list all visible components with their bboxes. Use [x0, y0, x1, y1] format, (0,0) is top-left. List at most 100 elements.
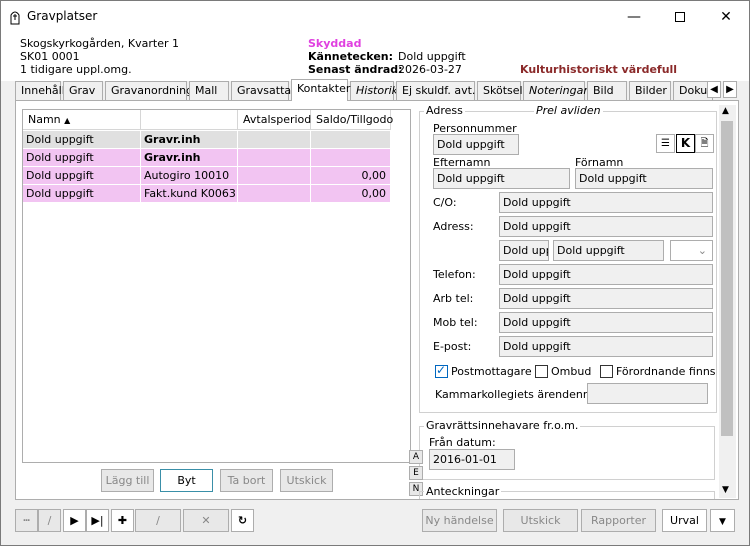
close-icon: ✕	[720, 9, 732, 25]
work-phone-field[interactable]: Dold uppgift	[499, 288, 713, 309]
zip-field[interactable]: Dold uppgift	[499, 240, 549, 261]
a-button[interactable]: A	[409, 450, 423, 464]
col-header-role[interactable]	[141, 110, 238, 130]
tab-ej-skuldf[interactable]: Ej skuldf. avt.	[396, 81, 475, 101]
mark-label: Kännetecken:	[308, 50, 394, 63]
tab-mall[interactable]: Mall	[189, 81, 229, 101]
address-label: Adress:	[433, 220, 474, 233]
remove-contact-button[interactable]: Ta bort	[220, 469, 273, 492]
first-icon: ┅	[23, 514, 30, 527]
chevron-right-icon: ▶	[726, 84, 734, 95]
play-icon: ▶	[70, 514, 79, 527]
tab-bild[interactable]: Bild	[587, 81, 627, 101]
cell-role: Gravr.inh	[141, 131, 238, 149]
select-dropdown-button[interactable]: ▼	[710, 509, 735, 532]
ombud-checkbox[interactable]	[535, 365, 548, 378]
city-field[interactable]: Dold uppgift	[553, 240, 664, 261]
tab-scroll-right-button[interactable]: ▶	[723, 81, 737, 98]
protected-badge: Skyddad	[308, 37, 362, 50]
swap-contact-button[interactable]: Byt	[160, 469, 213, 492]
col-header-name-label: Namn	[28, 113, 61, 126]
contact-dispatch-button[interactable]: Utskick	[280, 469, 333, 492]
pnr-field[interactable]: Dold uppgift	[433, 134, 519, 155]
new-record-button[interactable]: ✚	[111, 509, 134, 532]
record-header: Skogskyrkogården, Kvarter 1 SK01 0001 1 …	[1, 33, 749, 81]
scroll-down-icon: ▼	[722, 485, 729, 495]
mobile-field[interactable]: Dold uppgift	[499, 312, 713, 333]
phone-field[interactable]: Dold uppgift	[499, 264, 713, 285]
co-field[interactable]: Dold uppgift	[499, 192, 713, 213]
scrollbar-thumb[interactable]	[721, 121, 733, 436]
cell-period	[238, 185, 311, 203]
kammar-field[interactable]	[587, 383, 708, 404]
refresh-icon: ↻	[237, 514, 248, 527]
table-row[interactable]: Dold uppgift Autogiro 10010 0,00	[23, 167, 391, 185]
tab-gravsatta[interactable]: Gravsatta	[231, 81, 291, 101]
last-record-button[interactable]: ▶|	[86, 509, 109, 532]
col-header-name[interactable]: Namn ▲	[23, 110, 141, 130]
address-field[interactable]: Dold uppgift	[499, 216, 713, 237]
table-row[interactable]: Dold uppgift Fakt.kund K0063 0,00	[23, 185, 391, 203]
cell-period	[238, 167, 311, 185]
add-contact-button[interactable]: Lägg till	[101, 469, 154, 492]
tab-skotsel[interactable]: Skötsel	[477, 81, 523, 101]
e-button[interactable]: E	[409, 466, 423, 480]
changed-label: Senast ändrad:	[308, 63, 403, 76]
cell-name: Dold uppgift	[23, 167, 141, 185]
select-button[interactable]: Urval	[662, 509, 707, 532]
from-date-field[interactable]: 2016-01-01	[429, 449, 515, 470]
cell-role: Fakt.kund K0063	[141, 185, 238, 203]
kammar-label: Kammarkollegiets ärendenr:	[435, 388, 591, 401]
cancel-button[interactable]: ✕	[183, 509, 229, 532]
lastname-field[interactable]: Dold uppgift	[433, 168, 570, 189]
postmottagare-checkbox[interactable]: ✓	[435, 363, 448, 378]
list-button[interactable]: ☰	[656, 134, 675, 153]
tab-gravanordning[interactable]: Gravanordning	[105, 81, 193, 101]
from-date-label: Från datum:	[429, 436, 496, 449]
close-button[interactable]: ✕	[703, 1, 749, 33]
phone-label: Telefon:	[433, 268, 476, 281]
document-icon: 🗎	[700, 138, 709, 149]
tab-noteringar[interactable]: Noteringar	[523, 81, 588, 101]
tab-bilder[interactable]: Bilder	[629, 81, 671, 101]
refresh-button[interactable]: ↻	[231, 509, 254, 532]
plot-id: SK01 0001	[20, 50, 80, 63]
col-header-saldo[interactable]: Saldo/Tillgodo	[311, 110, 393, 130]
maximize-button[interactable]	[657, 1, 703, 33]
cell-period	[238, 131, 311, 149]
address-group-title: Adress	[424, 104, 465, 117]
notes-group-title: Anteckningar	[424, 485, 502, 498]
minimize-button[interactable]: —	[611, 1, 657, 33]
list-icon: ☰	[661, 138, 670, 149]
forordnande-checkbox[interactable]	[600, 365, 613, 378]
new-event-button[interactable]: Ny händelse	[422, 509, 497, 532]
prev-record-button[interactable]: ∕	[38, 509, 61, 532]
firstname-field[interactable]: Dold uppgift	[575, 168, 713, 189]
document-button[interactable]: 🗎	[695, 134, 714, 153]
reports-button[interactable]: Rapporter	[581, 509, 656, 532]
next-record-button[interactable]: ▶	[63, 509, 86, 532]
col-header-period[interactable]: Avtalsperiod	[238, 110, 311, 130]
first-record-button[interactable]: ┅	[15, 509, 38, 532]
table-row[interactable]: Dold uppgift Gravr.inh	[23, 131, 391, 149]
tab-innehall[interactable]: Innehåll	[15, 81, 65, 101]
dispatch-button[interactable]: Utskick	[503, 509, 578, 532]
right-scrollbar[interactable]: ▲ ▼	[719, 105, 736, 498]
app-window: Gravplatser — ✕ Skogskyrkogården, Kvarte…	[0, 0, 750, 546]
tab-grav[interactable]: Grav	[63, 81, 103, 101]
ombud-label: Ombud	[551, 365, 592, 378]
cemetery-name: Skogskyrkogården, Kvarter 1	[20, 37, 179, 50]
country-select[interactable]: ⌄	[670, 240, 713, 261]
edit-button[interactable]: ∕	[135, 509, 181, 532]
prev-icon: ∕	[47, 514, 52, 527]
tab-scroll-left-button[interactable]: ◀	[707, 81, 721, 98]
k-button[interactable]: K	[676, 134, 695, 153]
work-phone-label: Arb tel:	[433, 292, 474, 305]
tab-historik[interactable]: Historik	[350, 81, 398, 101]
gravestone-icon	[10, 11, 20, 25]
table-row[interactable]: Dold uppgift Gravr.inh	[23, 149, 391, 167]
email-field[interactable]: Dold uppgift	[499, 336, 713, 357]
postmottagare-label: Postmottagare	[451, 365, 532, 378]
tab-kontakter[interactable]: Kontakter	[291, 79, 350, 101]
cell-name: Dold uppgift	[23, 131, 141, 149]
